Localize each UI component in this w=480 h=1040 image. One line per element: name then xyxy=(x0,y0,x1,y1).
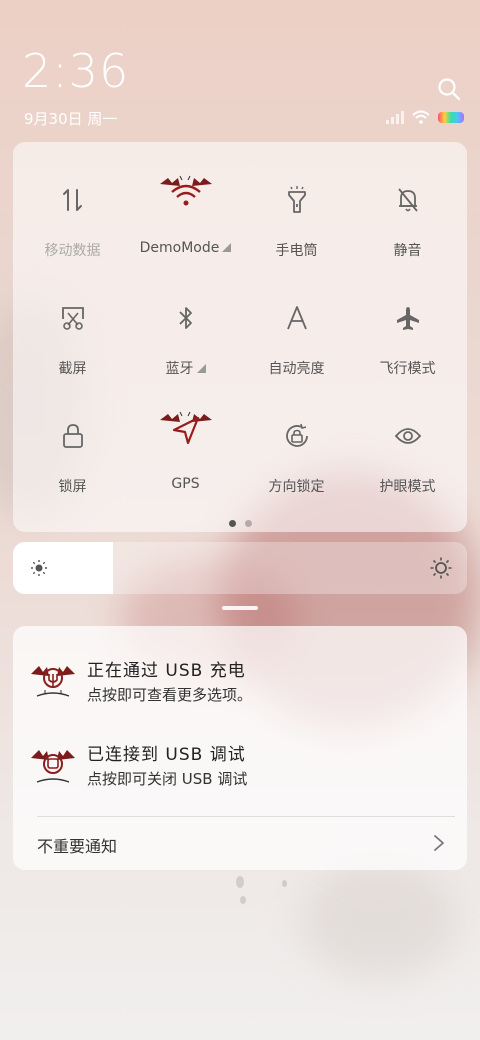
quick-settings-panel: 移动数据 DemoMode 手电筒 静音 截屏 蓝牙 自动亮度 飞行模式 锁屏 … xyxy=(13,142,467,532)
wifi-icon xyxy=(412,110,430,124)
signal-icon xyxy=(386,110,404,124)
brightness-high-icon xyxy=(430,557,452,579)
brightness-slider[interactable] xyxy=(13,542,467,594)
eye-icon xyxy=(394,428,421,444)
screenshot-icon xyxy=(61,307,84,330)
clock: 2:36 xyxy=(22,44,130,98)
notification-usb-debugging[interactable]: 已连接到 USB 调试 点按即可关闭 USB 调试 xyxy=(13,738,467,808)
chevron-right-icon[interactable] xyxy=(433,834,445,852)
notification-subtitle: 点按即可查看更多选项。 xyxy=(87,686,253,704)
app-icon xyxy=(31,666,75,697)
bell-off-icon xyxy=(397,188,418,212)
page-dot-active[interactable] xyxy=(228,520,236,527)
toggle-bluetooth[interactable]: 蓝牙 xyxy=(129,260,242,378)
rotation-lock-icon xyxy=(285,423,308,447)
airplane-icon xyxy=(396,307,419,330)
toggle-label: 护眼模式 xyxy=(379,479,436,495)
wallpaper-dot xyxy=(240,896,246,904)
page-indicator xyxy=(0,520,480,527)
brightness-slider-fill xyxy=(13,542,113,594)
toggle-mute[interactable]: 静音 xyxy=(351,142,464,260)
toggle-label: 自动亮度 xyxy=(268,361,325,377)
bat-gps-icon xyxy=(159,411,212,445)
toggle-eye-care[interactable]: 护眼模式 xyxy=(351,378,464,496)
minor-notifications-link[interactable]: 不重要通知 xyxy=(37,833,117,857)
toggle-label: GPS xyxy=(171,476,200,492)
wallpaper-dot xyxy=(282,880,287,887)
toggle-label: 方向锁定 xyxy=(268,479,325,495)
wallpaper-dot xyxy=(236,876,244,888)
toggle-demomode[interactable]: DemoMode xyxy=(129,142,242,260)
toggle-label: 静音 xyxy=(393,243,422,259)
drag-handle[interactable] xyxy=(222,606,258,610)
app-icon xyxy=(31,750,75,783)
divider xyxy=(37,816,455,817)
notification-title: 已连接到 USB 调试 xyxy=(87,745,246,765)
dropdown-indicator-icon xyxy=(196,364,206,373)
flashlight-icon xyxy=(287,186,306,213)
dropdown-indicator-icon xyxy=(222,243,232,252)
wallpaper-blob xyxy=(300,860,460,980)
toggle-label: 飞行模式 xyxy=(379,361,436,377)
toggle-gps[interactable]: GPS xyxy=(129,378,242,496)
date-label: 9月30日 周一 xyxy=(24,110,118,128)
bluetooth-icon xyxy=(178,307,192,329)
battery-icon xyxy=(438,111,464,123)
page-dot[interactable] xyxy=(244,520,252,527)
notification-panel: 正在通过 USB 充电 点按即可查看更多选项。 已连接到 USB 调试 点按即可… xyxy=(13,626,467,870)
toggle-airplane[interactable]: 飞行模式 xyxy=(351,260,464,378)
data-arrows-icon xyxy=(62,189,82,211)
toggle-label: 手电筒 xyxy=(275,243,318,259)
notification-title: 正在通过 USB 充电 xyxy=(87,661,246,681)
bat-wifi-icon xyxy=(159,175,212,206)
toggle-label: 移动数据 xyxy=(44,243,101,259)
lock-icon xyxy=(62,424,83,448)
toggle-label: 锁屏 xyxy=(58,479,87,495)
toggle-screenshot[interactable]: 截屏 xyxy=(16,260,129,378)
brightness-low-icon xyxy=(31,560,47,576)
toggle-auto-brightness[interactable]: 自动亮度 xyxy=(240,260,353,378)
status-bar-icons xyxy=(386,110,464,124)
toggle-label: DemoMode xyxy=(139,240,220,256)
search-icon[interactable] xyxy=(436,76,462,102)
auto-brightness-icon xyxy=(286,306,307,330)
notification-subtitle: 点按即可关闭 USB 调试 xyxy=(87,770,248,788)
notification-usb-charging[interactable]: 正在通过 USB 充电 点按即可查看更多选项。 xyxy=(13,654,467,724)
toggle-mobile-data[interactable]: 移动数据 xyxy=(16,142,129,260)
toggle-label: 截屏 xyxy=(58,361,87,377)
toggle-flashlight[interactable]: 手电筒 xyxy=(240,142,353,260)
toggle-lock-screen[interactable]: 锁屏 xyxy=(16,378,129,496)
toggle-rotation-lock[interactable]: 方向锁定 xyxy=(240,378,353,496)
toggle-label: 蓝牙 xyxy=(165,361,194,377)
